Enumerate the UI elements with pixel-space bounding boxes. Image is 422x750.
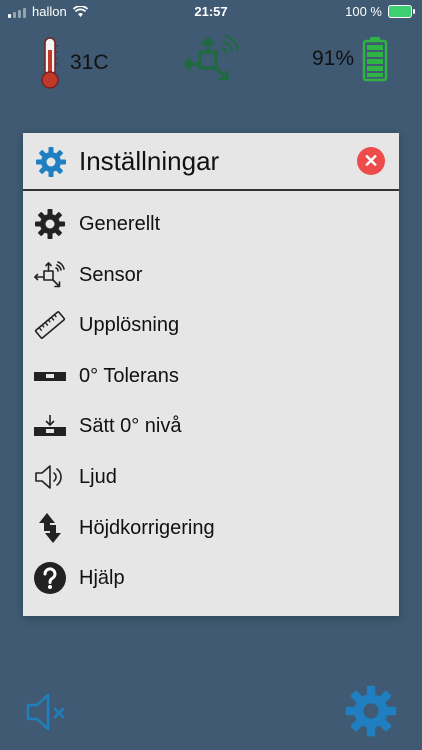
- menu-item-help[interactable]: Hjälp: [23, 553, 399, 604]
- indicator-row: 31C 91%: [0, 30, 422, 90]
- speaker-icon: [33, 460, 67, 494]
- battery-percent: 100 %: [345, 4, 382, 19]
- menu-item-label: Upplösning: [79, 314, 180, 337]
- menu-item-general[interactable]: Generellt: [23, 199, 399, 250]
- menu-item-label: Generellt: [79, 213, 161, 235]
- settings-dialog-header: Inställningar ✕: [23, 133, 399, 191]
- menu-item-label: Sätt 0° nivå: [79, 415, 182, 438]
- battery-level-value: 91%: [311, 47, 354, 70]
- level-icon: [33, 359, 67, 393]
- settings-dialog-title: Inställningar: [79, 146, 220, 176]
- thermometer-icon: [41, 37, 59, 89]
- gear-icon: [345, 685, 397, 737]
- close-button[interactable]: ✕: [357, 147, 385, 175]
- gear-icon: [33, 207, 67, 241]
- set-zero-level-icon: [33, 409, 67, 443]
- temperature-indicator: 31C: [38, 36, 109, 90]
- menu-item-label: Höjdkorrigering: [79, 516, 215, 539]
- help-icon: [33, 561, 67, 595]
- sensor-status-icon: [180, 34, 240, 91]
- menu-item-label: Ljud: [79, 465, 117, 488]
- menu-item-sound[interactable]: Ljud: [23, 452, 399, 503]
- temperature-value: 31C: [70, 51, 109, 74]
- status-right: 100 %: [345, 4, 415, 19]
- menu-item-height-correction[interactable]: Höjdkorrigering: [23, 503, 399, 554]
- settings-dialog: Inställningar ✕ Generellt Sensor Upplösn…: [23, 133, 399, 616]
- settings-menu: Generellt Sensor Upplösning 0° Tolerans …: [23, 199, 399, 604]
- menu-item-label: 0° Tolerans: [79, 364, 179, 387]
- menu-item-label: Hjälp: [79, 567, 125, 590]
- height-correction-icon: [33, 511, 67, 545]
- status-bar: hallon 21:57 100 %: [0, 0, 422, 24]
- speaker-muted-icon: [26, 693, 65, 731]
- menu-item-label: Sensor: [79, 263, 143, 286]
- menu-item-tolerance[interactable]: 0° Tolerans: [23, 351, 399, 402]
- gear-icon: [35, 146, 67, 183]
- battery-charging-icon: [388, 5, 415, 18]
- menu-item-sensor[interactable]: Sensor: [23, 250, 399, 301]
- menu-item-resolution[interactable]: Upplösning: [23, 300, 399, 351]
- ruler-icon: [33, 308, 67, 342]
- sensor-icon: [33, 258, 67, 292]
- menu-item-set-zero-level[interactable]: Sätt 0° nivå: [23, 401, 399, 452]
- mute-button[interactable]: [24, 690, 72, 739]
- close-icon: ✕: [363, 150, 379, 171]
- battery-icon: [362, 37, 388, 82]
- battery-indicator: 91%: [312, 36, 388, 82]
- settings-button[interactable]: [344, 684, 398, 743]
